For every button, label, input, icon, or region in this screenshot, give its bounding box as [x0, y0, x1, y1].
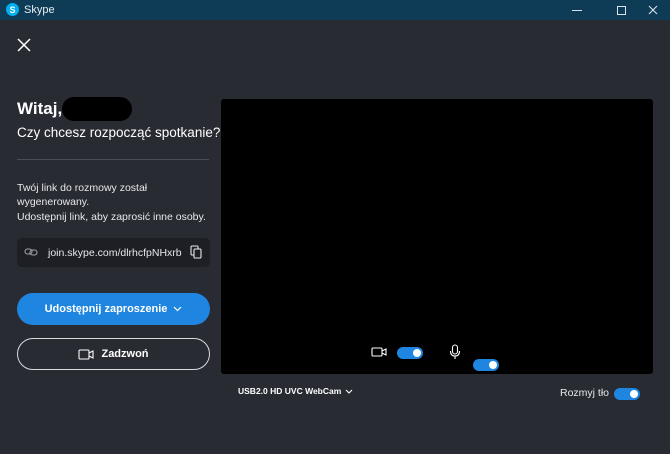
call-button[interactable]: Zadzwoń [17, 338, 210, 370]
minimize-icon [572, 9, 582, 11]
window-close-button[interactable] [636, 0, 670, 20]
info-text-line-2: wygenerowany. [17, 196, 90, 208]
camera-select-value: USB2.0 HD UVC WebCam [238, 386, 342, 396]
blur-background-toggle[interactable] [614, 388, 640, 400]
chevron-down-icon [345, 389, 353, 394]
toggle-knob [413, 349, 421, 357]
video-call-icon [78, 348, 95, 360]
toggle-knob [630, 390, 638, 398]
microphone-toggle[interactable] [473, 359, 499, 371]
info-text-line-1: Twój link do rozmowy został [17, 182, 148, 194]
camera-toggle[interactable] [397, 347, 423, 359]
greeting-heading: Witaj, [17, 99, 63, 118]
microphone-icon [449, 344, 461, 359]
call-button-label: Zadzwoń [101, 348, 149, 360]
close-icon [648, 5, 658, 15]
redacted-username [62, 97, 132, 121]
share-invitation-button[interactable]: Udostępnij zaproszenie [17, 293, 210, 325]
meeting-question: Czy chcesz rozpocząć spotkanie? [17, 125, 221, 140]
chevron-down-icon [173, 306, 182, 312]
blur-background-label: Rozmyj tło [560, 387, 610, 399]
minimize-button[interactable] [562, 0, 592, 20]
maximize-button[interactable] [606, 0, 636, 20]
meeting-link-box: join.skype.com/dlrhcfpNHxrb [17, 238, 210, 267]
video-preview [221, 99, 653, 374]
share-invitation-label: Udostępnij zaproszenie [44, 303, 168, 315]
toggle-knob [489, 361, 497, 369]
info-text-line-3: Udostępnij link, aby zaprosić inne osoby… [17, 211, 206, 223]
maximize-icon [616, 5, 626, 15]
dialog-close-button[interactable] [16, 37, 32, 53]
meeting-link-text[interactable]: join.skype.com/dlrhcfpNHxrb [48, 247, 182, 259]
close-icon [17, 38, 31, 52]
camera-select-dropdown[interactable]: USB2.0 HD UVC WebCam [238, 386, 353, 396]
title-bar: S Skype [0, 0, 670, 20]
camera-icon [371, 347, 387, 357]
link-icon [24, 248, 38, 256]
copy-icon[interactable] [190, 245, 202, 259]
window-title: Skype [24, 4, 55, 16]
divider [17, 159, 209, 160]
skype-logo-icon: S [6, 3, 19, 16]
